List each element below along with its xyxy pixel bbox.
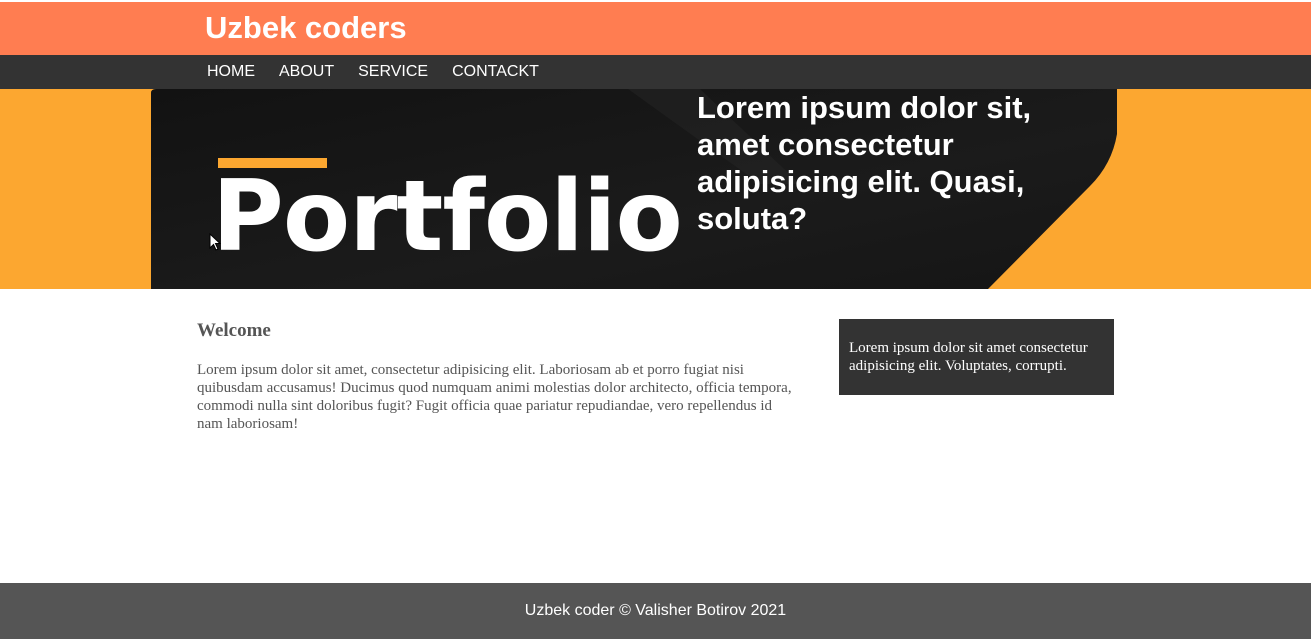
nav-item-about[interactable]: ABOUT: [279, 55, 334, 89]
site-header: Uzbek coders: [0, 2, 1311, 55]
sidebar-text: Lorem ipsum dolor sit amet consectetur a…: [849, 340, 1088, 374]
welcome-text: Lorem ipsum dolor sit amet, consectetur …: [197, 362, 792, 432]
site-title[interactable]: Uzbek coders: [205, 8, 407, 48]
site-footer: Uzbek coder © Valisher Botirov 2021: [0, 583, 1311, 639]
nav-item-contact[interactable]: CONTACKT: [452, 55, 539, 89]
nav-item-service[interactable]: SERVICE: [358, 55, 428, 89]
hero-portfolio-word: Portfolio: [212, 160, 683, 274]
sidebar-box: Lorem ipsum dolor sit amet consectetur a…: [839, 319, 1114, 395]
nav-item-home[interactable]: HOME: [207, 55, 255, 89]
main-nav: HOME ABOUT SERVICE CONTACKT: [0, 55, 1311, 89]
hero-banner: Portfolio Lorem ipsum dolor sit, amet co…: [0, 89, 1311, 289]
welcome-title: Welcome: [197, 320, 271, 341]
hero-heading: Lorem ipsum dolor sit, amet consectetur …: [697, 90, 1032, 236]
mouse-pointer-icon: [209, 233, 221, 251]
footer-copyright: Uzbek coder © Valisher Botirov 2021: [524, 602, 787, 619]
nav-list: HOME ABOUT SERVICE CONTACKT: [207, 55, 563, 89]
